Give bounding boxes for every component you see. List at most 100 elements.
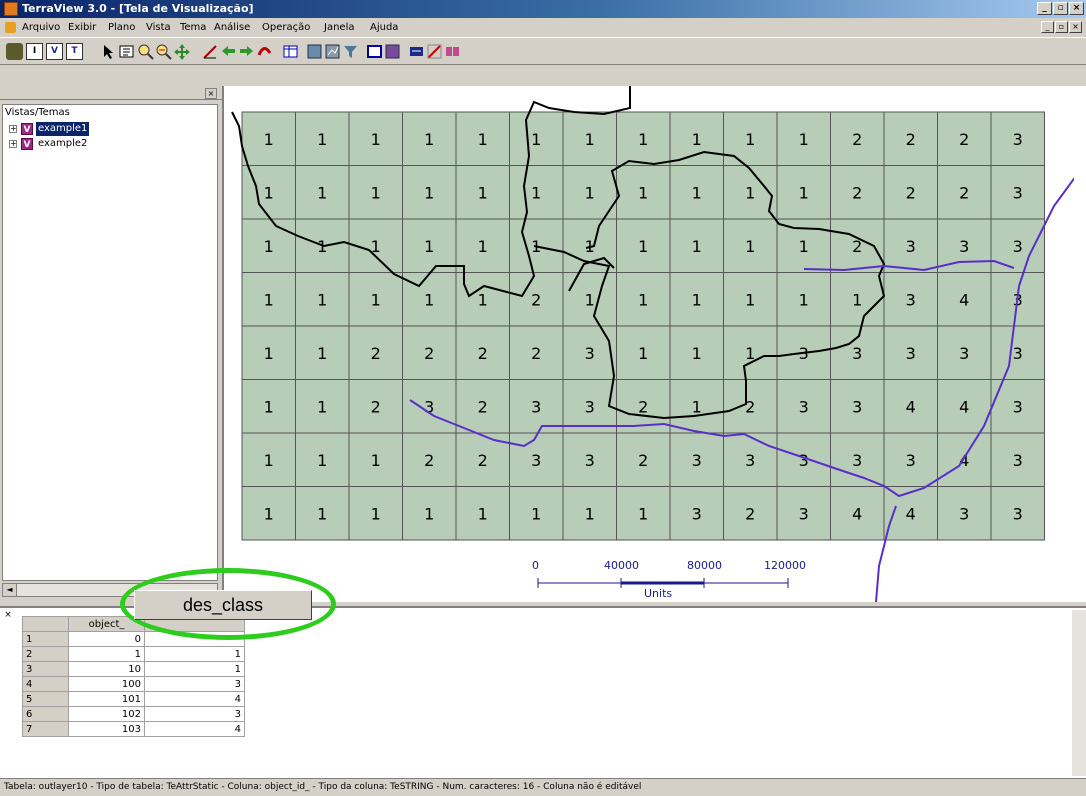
grid-cell-value: 2 (424, 451, 434, 470)
grid-cell-value: 1 (745, 130, 755, 149)
grid-vertical-scrollbar[interactable] (1072, 610, 1086, 776)
row-number-header (22, 616, 69, 632)
grid-cell-value: 2 (906, 183, 916, 202)
table-row[interactable]: 211 (22, 646, 245, 662)
minimize-button[interactable]: _ (1037, 2, 1052, 15)
map-right-strip (1074, 86, 1086, 602)
grid-cell-value: 1 (638, 237, 648, 256)
cell-object-id[interactable]: 101 (68, 691, 145, 707)
database-icon[interactable] (6, 43, 23, 60)
menu-tema[interactable]: Tema (180, 18, 206, 37)
maximize-button[interactable]: ▫ (1053, 2, 1068, 15)
grid-cell-value: 3 (1013, 237, 1023, 256)
menu-operacao[interactable]: Operação (262, 18, 310, 37)
grid-close-button[interactable]: × (2, 610, 14, 621)
mdi-document-icon (5, 22, 16, 33)
scroll-left-icon[interactable]: ◄ (3, 584, 17, 596)
export-icon[interactable] (444, 43, 461, 60)
grid-cell-value: 1 (317, 130, 327, 149)
cell-des-class[interactable]: 3 (144, 676, 245, 692)
mdi-minimize-button[interactable]: _ (1041, 21, 1054, 33)
table-icon[interactable] (282, 43, 299, 60)
table-row[interactable]: 7 103 4 (22, 721, 245, 737)
tree-item-label: example1 (36, 122, 90, 136)
table-row[interactable]: 3 10 1 (22, 661, 245, 677)
grid-cell-value: 3 (1013, 130, 1023, 149)
grid-cell-value: 4 (959, 397, 969, 416)
grid-cell-value: 1 (478, 504, 488, 523)
cell-object-id[interactable]: 1 (68, 646, 145, 662)
close-button[interactable]: × (1069, 2, 1084, 15)
row-number: 3 (22, 661, 69, 677)
cell-des-class[interactable]: 1 (144, 646, 245, 662)
back-icon[interactable] (220, 43, 237, 60)
expand-icon[interactable]: + (9, 125, 17, 133)
filter-icon[interactable] (342, 43, 359, 60)
cell-object-id[interactable]: 10 (68, 661, 145, 677)
grid-cell-value: 1 (692, 290, 702, 309)
menu-vista[interactable]: Vista (146, 18, 171, 37)
V-view-icon[interactable]: V (46, 43, 63, 60)
grid-cell-value: 3 (959, 344, 969, 363)
grid-cell-value: 1 (692, 344, 702, 363)
info-icon[interactable] (118, 43, 135, 60)
grid-cell-value: 3 (852, 344, 862, 363)
des-class-column-header[interactable]: des_class (134, 590, 312, 620)
row-number: 2 (22, 646, 69, 662)
I-layer-icon[interactable]: I (26, 43, 43, 60)
grid-cell-value: 1 (585, 504, 595, 523)
grid-cell-value: 3 (852, 451, 862, 470)
grid-cell-value: 1 (424, 130, 434, 149)
grid-cell-value: 1 (264, 183, 274, 202)
graph-icon[interactable] (324, 43, 341, 60)
cell-object-id[interactable]: 100 (68, 676, 145, 692)
expand-icon[interactable]: + (9, 140, 17, 148)
table-row[interactable]: 5 101 4 (22, 691, 245, 707)
edit-icon[interactable] (202, 43, 219, 60)
recompose-icon[interactable] (256, 43, 273, 60)
menu-analise[interactable]: Análise (214, 18, 250, 37)
mdi-restore-button[interactable]: ▫ (1055, 21, 1068, 33)
grid-cell-value: 1 (638, 504, 648, 523)
grid-cell-value: 1 (799, 183, 809, 202)
map-canvas[interactable]: 1 1 1 1 1 1 1 1 1 1 1 2 2 2 3 1 1 1 1 1 1 1 1 1 1 1 2 2 2 3 1 1 1 1 1 1 1 1 1 1… (222, 86, 1074, 602)
table-row[interactable]: 6 102 3 (22, 706, 245, 722)
menu-arquivo[interactable]: Arquivo (22, 18, 60, 37)
grid-cell-value: 4 (906, 397, 916, 416)
pointer-icon[interactable] (100, 43, 117, 60)
grid-cell-value: 1 (264, 504, 274, 523)
cell-object-id[interactable]: 103 (68, 721, 145, 737)
menu-ajuda[interactable]: Ajuda (370, 18, 398, 37)
grid-cell-value: 1 (424, 183, 434, 202)
layout-icon[interactable] (366, 43, 383, 60)
grid-cell-value: 3 (906, 344, 916, 363)
left-panel-close-button[interactable]: × (205, 88, 217, 99)
grid-cell-value: 3 (1013, 344, 1023, 363)
grid-cell-value: 1 (531, 130, 541, 149)
table-row[interactable]: 4 100 3 (22, 676, 245, 692)
menu-exibir[interactable]: Exibir (68, 18, 96, 37)
scale-tick-label: 0 (532, 559, 539, 572)
query-icon[interactable] (306, 43, 323, 60)
chart-icon[interactable] (426, 43, 443, 60)
menu-plano[interactable]: Plano (108, 18, 135, 37)
des-class-callout: des_class (120, 568, 340, 644)
cell-des-class[interactable]: 4 (144, 721, 245, 737)
forward-icon[interactable] (238, 43, 255, 60)
print-icon[interactable] (384, 43, 401, 60)
cell-des-class[interactable]: 4 (144, 691, 245, 707)
T-theme-icon[interactable]: T (66, 43, 83, 60)
cell-des-class[interactable]: 1 (144, 661, 245, 677)
legend-icon[interactable] (408, 43, 425, 60)
mdi-close-button[interactable]: × (1069, 21, 1082, 33)
grid-cell-value: 1 (585, 183, 595, 202)
zoom-out-icon[interactable] (155, 43, 172, 60)
cell-object-id[interactable]: 102 (68, 706, 145, 722)
grid-cell-value: 3 (531, 397, 541, 416)
cell-des-class[interactable]: 3 (144, 706, 245, 722)
grid-cell-value: 1 (799, 237, 809, 256)
row-number: 1 (22, 631, 69, 647)
menu-janela[interactable]: Janela (324, 18, 354, 37)
pan-icon[interactable] (174, 43, 191, 60)
zoom-in-icon[interactable] (137, 43, 154, 60)
